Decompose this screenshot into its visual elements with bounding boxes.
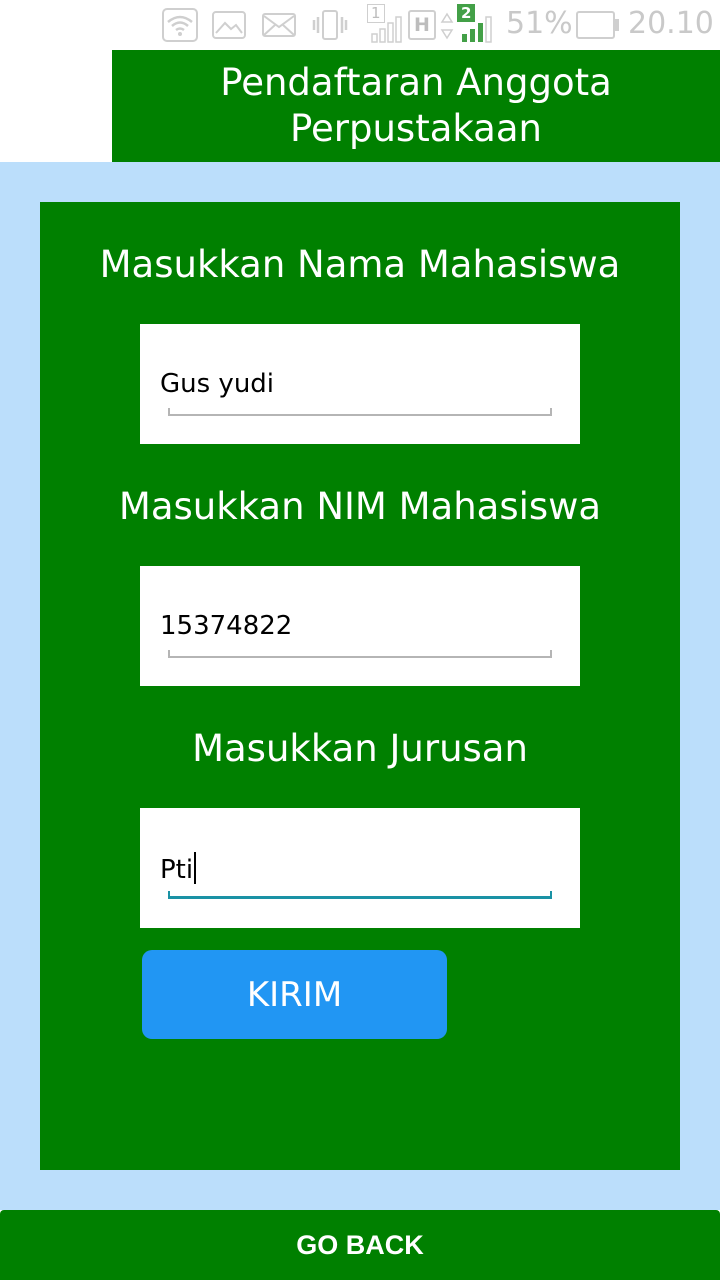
nim-input-value[interactable]: 15374822 [160, 610, 292, 642]
network-type-label: H [408, 10, 436, 40]
name-input[interactable]: Gus yudi [140, 324, 580, 444]
major-input-underline-focused [168, 891, 552, 899]
page-title: Pendaftaran Anggota Perpustakaan [116, 60, 716, 152]
page-title-line-2: Perpustakaan [290, 107, 542, 150]
major-input[interactable]: Pti [140, 808, 580, 928]
wifi-icon [162, 8, 198, 42]
major-label: Masukkan Jurusan [192, 727, 528, 770]
clock: 20.10 [628, 6, 714, 41]
battery-icon [576, 11, 619, 39]
go-back-button[interactable]: GO BACK [0, 1210, 720, 1280]
signal-sim1-icon: 1 [366, 4, 404, 44]
battery-percent: 51% [506, 6, 573, 41]
nim-input-underline [168, 650, 552, 658]
status-bar: 1 H 2 51% 20.10 [0, 0, 720, 50]
gallery-notification-icon [212, 11, 246, 39]
header-left-spacer [0, 50, 112, 162]
nim-input[interactable]: 15374822 [140, 566, 580, 686]
mail-notification-icon [262, 13, 296, 37]
text-cursor [194, 852, 197, 884]
major-input-text: Pti [160, 855, 194, 885]
network-h-icon: H [408, 10, 456, 42]
signal-sim2-icon: 2 [456, 4, 494, 44]
app-header: Pendaftaran Anggota Perpustakaan [112, 50, 720, 162]
major-input-value[interactable]: Pti [160, 852, 197, 886]
vibrate-icon [312, 10, 348, 40]
name-input-underline [168, 408, 552, 416]
name-label: Masukkan Nama Mahasiswa [99, 243, 621, 286]
page-title-line-1: Pendaftaran Anggota [220, 61, 612, 104]
nim-label: Masukkan NIM Mahasiswa [118, 485, 602, 528]
submit-button[interactable]: KIRIM [142, 950, 447, 1039]
name-input-value[interactable]: Gus yudi [160, 368, 274, 400]
